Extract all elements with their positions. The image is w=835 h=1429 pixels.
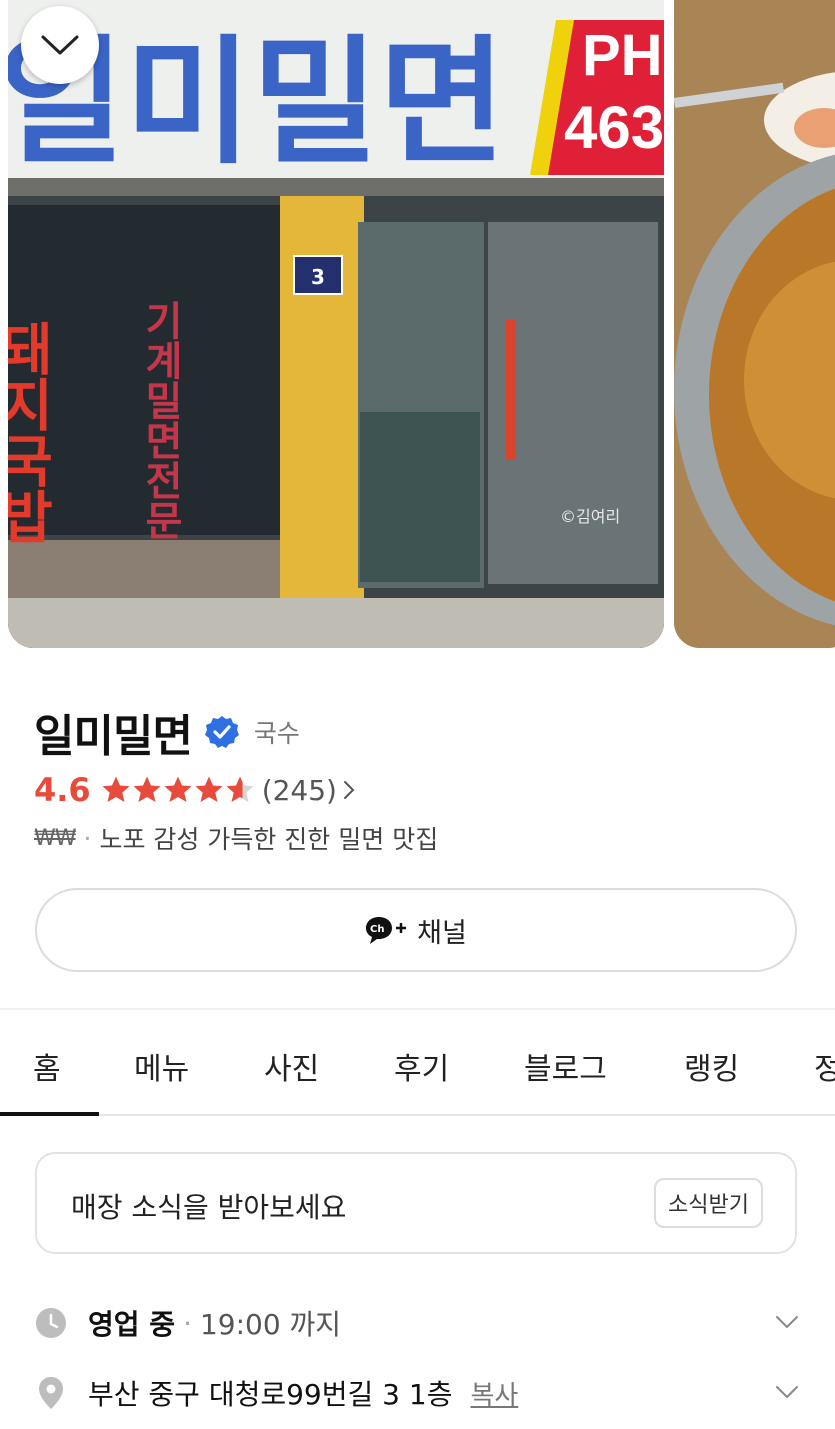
chevron-right-icon xyxy=(343,781,355,799)
star-rating xyxy=(101,775,256,805)
address-text: 부산 중구 대청로99번길 3 1층 xyxy=(88,1378,453,1411)
storefront-photo: 일미밀면 PHO 463-3 3 돼지국밥 기계밀면전문 ©김여리 xyxy=(8,0,664,648)
subscribe-news-button[interactable]: 소식받기 xyxy=(654,1178,763,1228)
photo-secondary[interactable] xyxy=(674,0,835,648)
news-subscribe-box: 매장 소식을 받아보세요 소식받기 xyxy=(35,1152,797,1254)
sign-phone-number: 463-3 xyxy=(564,94,664,161)
address-plate: 3 xyxy=(311,265,325,289)
verified-badge-icon xyxy=(204,716,239,748)
star-icon xyxy=(195,776,223,802)
tab-bar: 홈 메뉴 사진 후기 블로그 랭킹 정 xyxy=(0,1010,835,1116)
photo-main[interactable]: 일미밀면 PHO 463-3 3 돼지국밥 기계밀면전문 ©김여리 xyxy=(8,0,664,648)
hours-row[interactable]: 영업 중 · 19:00 까지 xyxy=(34,1303,341,1343)
tab-menu[interactable]: 메뉴 xyxy=(134,1044,189,1088)
hours-separator: · xyxy=(183,1306,192,1340)
star-icon xyxy=(226,776,254,802)
star-icon xyxy=(164,776,192,802)
tab-reviews[interactable]: 후기 xyxy=(394,1044,449,1088)
star-icon xyxy=(133,776,161,802)
kakao-channel-icon: Ch xyxy=(366,917,407,944)
noodle-photo xyxy=(674,0,835,648)
open-status: 영업 중 xyxy=(88,1308,176,1341)
tab-info[interactable]: 정 xyxy=(814,1044,835,1088)
location-pin-icon xyxy=(34,1376,68,1410)
rating-row[interactable]: 4.6 (245) xyxy=(34,768,357,812)
active-tab-indicator xyxy=(0,1112,99,1116)
closing-time: 19:00 까지 xyxy=(199,1308,342,1341)
place-title: 일미밀면 xyxy=(34,711,193,762)
rating-value: 4.6 xyxy=(34,771,91,809)
chevron-down-icon xyxy=(41,35,79,55)
sign-phone-label: PHO xyxy=(582,23,664,88)
hours-expand-chevron-icon[interactable] xyxy=(774,1314,800,1330)
tab-photos[interactable]: 사진 xyxy=(264,1044,319,1088)
title-row: 일미밀면 국수 xyxy=(34,700,300,764)
address-row[interactable]: 부산 중구 대청로99번길 3 1층 복사 xyxy=(34,1373,518,1413)
channel-button[interactable]: Ch 채널 xyxy=(35,888,797,972)
window-text-mid: 기계밀면전문 xyxy=(137,300,183,540)
place-description: 노포 감성 가득한 진한 밀면 맛집 xyxy=(99,825,439,854)
separator-dot: · xyxy=(83,823,92,853)
place-category: 국수 xyxy=(253,719,300,748)
review-count: (245) xyxy=(261,773,337,807)
price-level: ₩₩ xyxy=(34,825,77,851)
news-text: 매장 소식을 받아보세요 xyxy=(71,1191,347,1224)
collapse-button[interactable] xyxy=(21,6,99,84)
svg-text:Ch: Ch xyxy=(370,924,384,935)
address-expand-chevron-icon[interactable] xyxy=(774,1384,800,1400)
photo-watermark: ©김여리 xyxy=(560,507,620,526)
clock-icon xyxy=(34,1306,68,1340)
tab-ranking[interactable]: 랭킹 xyxy=(684,1044,739,1088)
description-row: ₩₩ · 노포 감성 가득한 진한 밀면 맛집 xyxy=(34,820,438,856)
star-icon xyxy=(102,776,130,802)
copy-address-link[interactable]: 복사 xyxy=(470,1375,518,1412)
tab-blog[interactable]: 블로그 xyxy=(524,1044,607,1088)
tab-home[interactable]: 홈 xyxy=(33,1044,61,1088)
window-text-left: 돼지국밥 xyxy=(8,320,55,544)
channel-button-label: 채널 xyxy=(417,917,467,949)
